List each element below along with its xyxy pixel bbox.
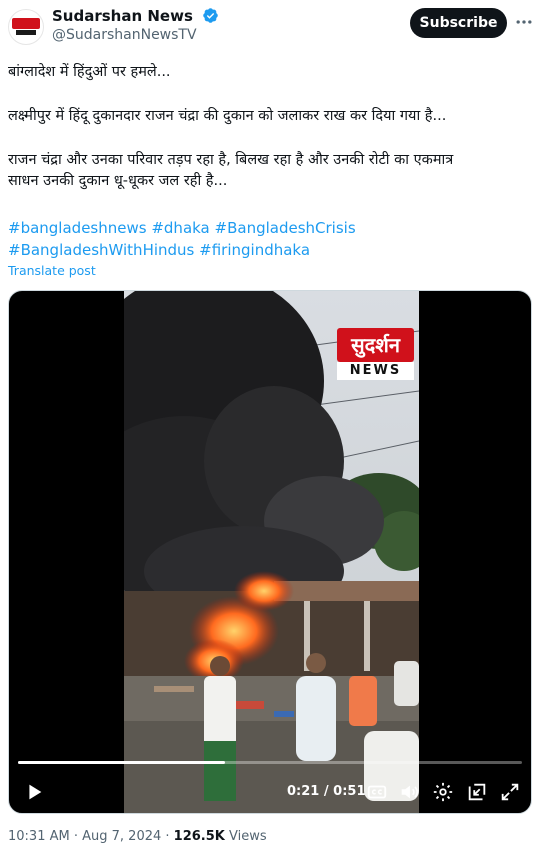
subscribe-button[interactable]: Subscribe bbox=[410, 8, 507, 38]
avatar[interactable] bbox=[8, 9, 44, 45]
post-text-line-3a: राजन चंद्रा और उनका परिवार तड़प रहा है, … bbox=[8, 152, 454, 168]
volume-icon[interactable] bbox=[398, 781, 420, 803]
meta-separator: · bbox=[73, 829, 83, 844]
post-text-paragraph-3: राजन चंद्रा और उनका परिवार तड़प रहा है, … bbox=[8, 150, 530, 192]
hashtag-link[interactable]: #BangladeshCrisis bbox=[215, 219, 356, 237]
channel-watermark: सुदर्शन NEWS bbox=[337, 328, 414, 380]
hashtag-link[interactable]: #firingindhaka bbox=[199, 241, 310, 259]
display-name[interactable]: Sudarshan News bbox=[52, 7, 219, 25]
hashtag-link[interactable]: #BangladeshWithHindus bbox=[8, 241, 194, 259]
time-separator: / bbox=[323, 784, 334, 799]
video-progress-bar[interactable] bbox=[18, 761, 522, 764]
play-icon[interactable] bbox=[23, 781, 45, 803]
settings-gear-icon[interactable] bbox=[432, 781, 454, 803]
video-progress-fill bbox=[18, 761, 225, 764]
hashtag-list: #bangladeshnews #dhaka #BangladeshCrisis… bbox=[8, 217, 533, 261]
post-meta: 10:31 AM · Aug 7, 2024 · 126.5K Views bbox=[8, 829, 267, 844]
translate-post-link[interactable]: Translate post bbox=[8, 263, 96, 278]
time-current: 0:21 bbox=[287, 784, 320, 799]
post-header: Sudarshan News @SudarshanNewsTV Subscrib… bbox=[0, 0, 537, 50]
display-name-text: Sudarshan News bbox=[52, 7, 193, 25]
views-label: Views bbox=[229, 829, 267, 844]
fullscreen-icon[interactable] bbox=[499, 781, 521, 803]
post-time[interactable]: 10:31 AM bbox=[8, 829, 70, 844]
views-count: 126.5K bbox=[173, 829, 225, 844]
hashtag-link[interactable]: #dhaka bbox=[151, 219, 209, 237]
video-player[interactable]: सुदर्शन NEWS 0:21 / 0:51 bbox=[8, 290, 532, 814]
post-text-line-1: बांग्लादेश में हिंदुओं पर हमले... bbox=[8, 64, 171, 80]
avatar-logo-red bbox=[12, 18, 40, 29]
user-handle[interactable]: @SudarshanNewsTV bbox=[52, 27, 197, 43]
watermark-hindi: सुदर्शन bbox=[337, 328, 414, 362]
video-controls: 0:21 / 0:51 bbox=[9, 773, 531, 813]
picture-in-picture-icon[interactable] bbox=[466, 781, 488, 803]
hashtag-link[interactable]: #bangladeshnews bbox=[8, 219, 147, 237]
avatar-logo-black bbox=[16, 30, 36, 35]
verified-badge-icon bbox=[203, 8, 218, 23]
post-text-line-2: लक्ष्मीपुर में हिंदू दुकानदार राजन चंद्र… bbox=[8, 108, 447, 124]
more-options-icon[interactable] bbox=[514, 12, 534, 32]
video-time: 0:21 / 0:51 bbox=[287, 784, 366, 799]
closed-captions-icon[interactable] bbox=[366, 781, 388, 803]
post-text-line-3b: साधन उनकी दुकान धू-धूकर जल रही है... bbox=[8, 173, 228, 189]
watermark-news: NEWS bbox=[337, 362, 414, 380]
post-date[interactable]: Aug 7, 2024 bbox=[82, 829, 161, 844]
time-total: 0:51 bbox=[333, 784, 366, 799]
meta-separator: · bbox=[165, 829, 174, 844]
